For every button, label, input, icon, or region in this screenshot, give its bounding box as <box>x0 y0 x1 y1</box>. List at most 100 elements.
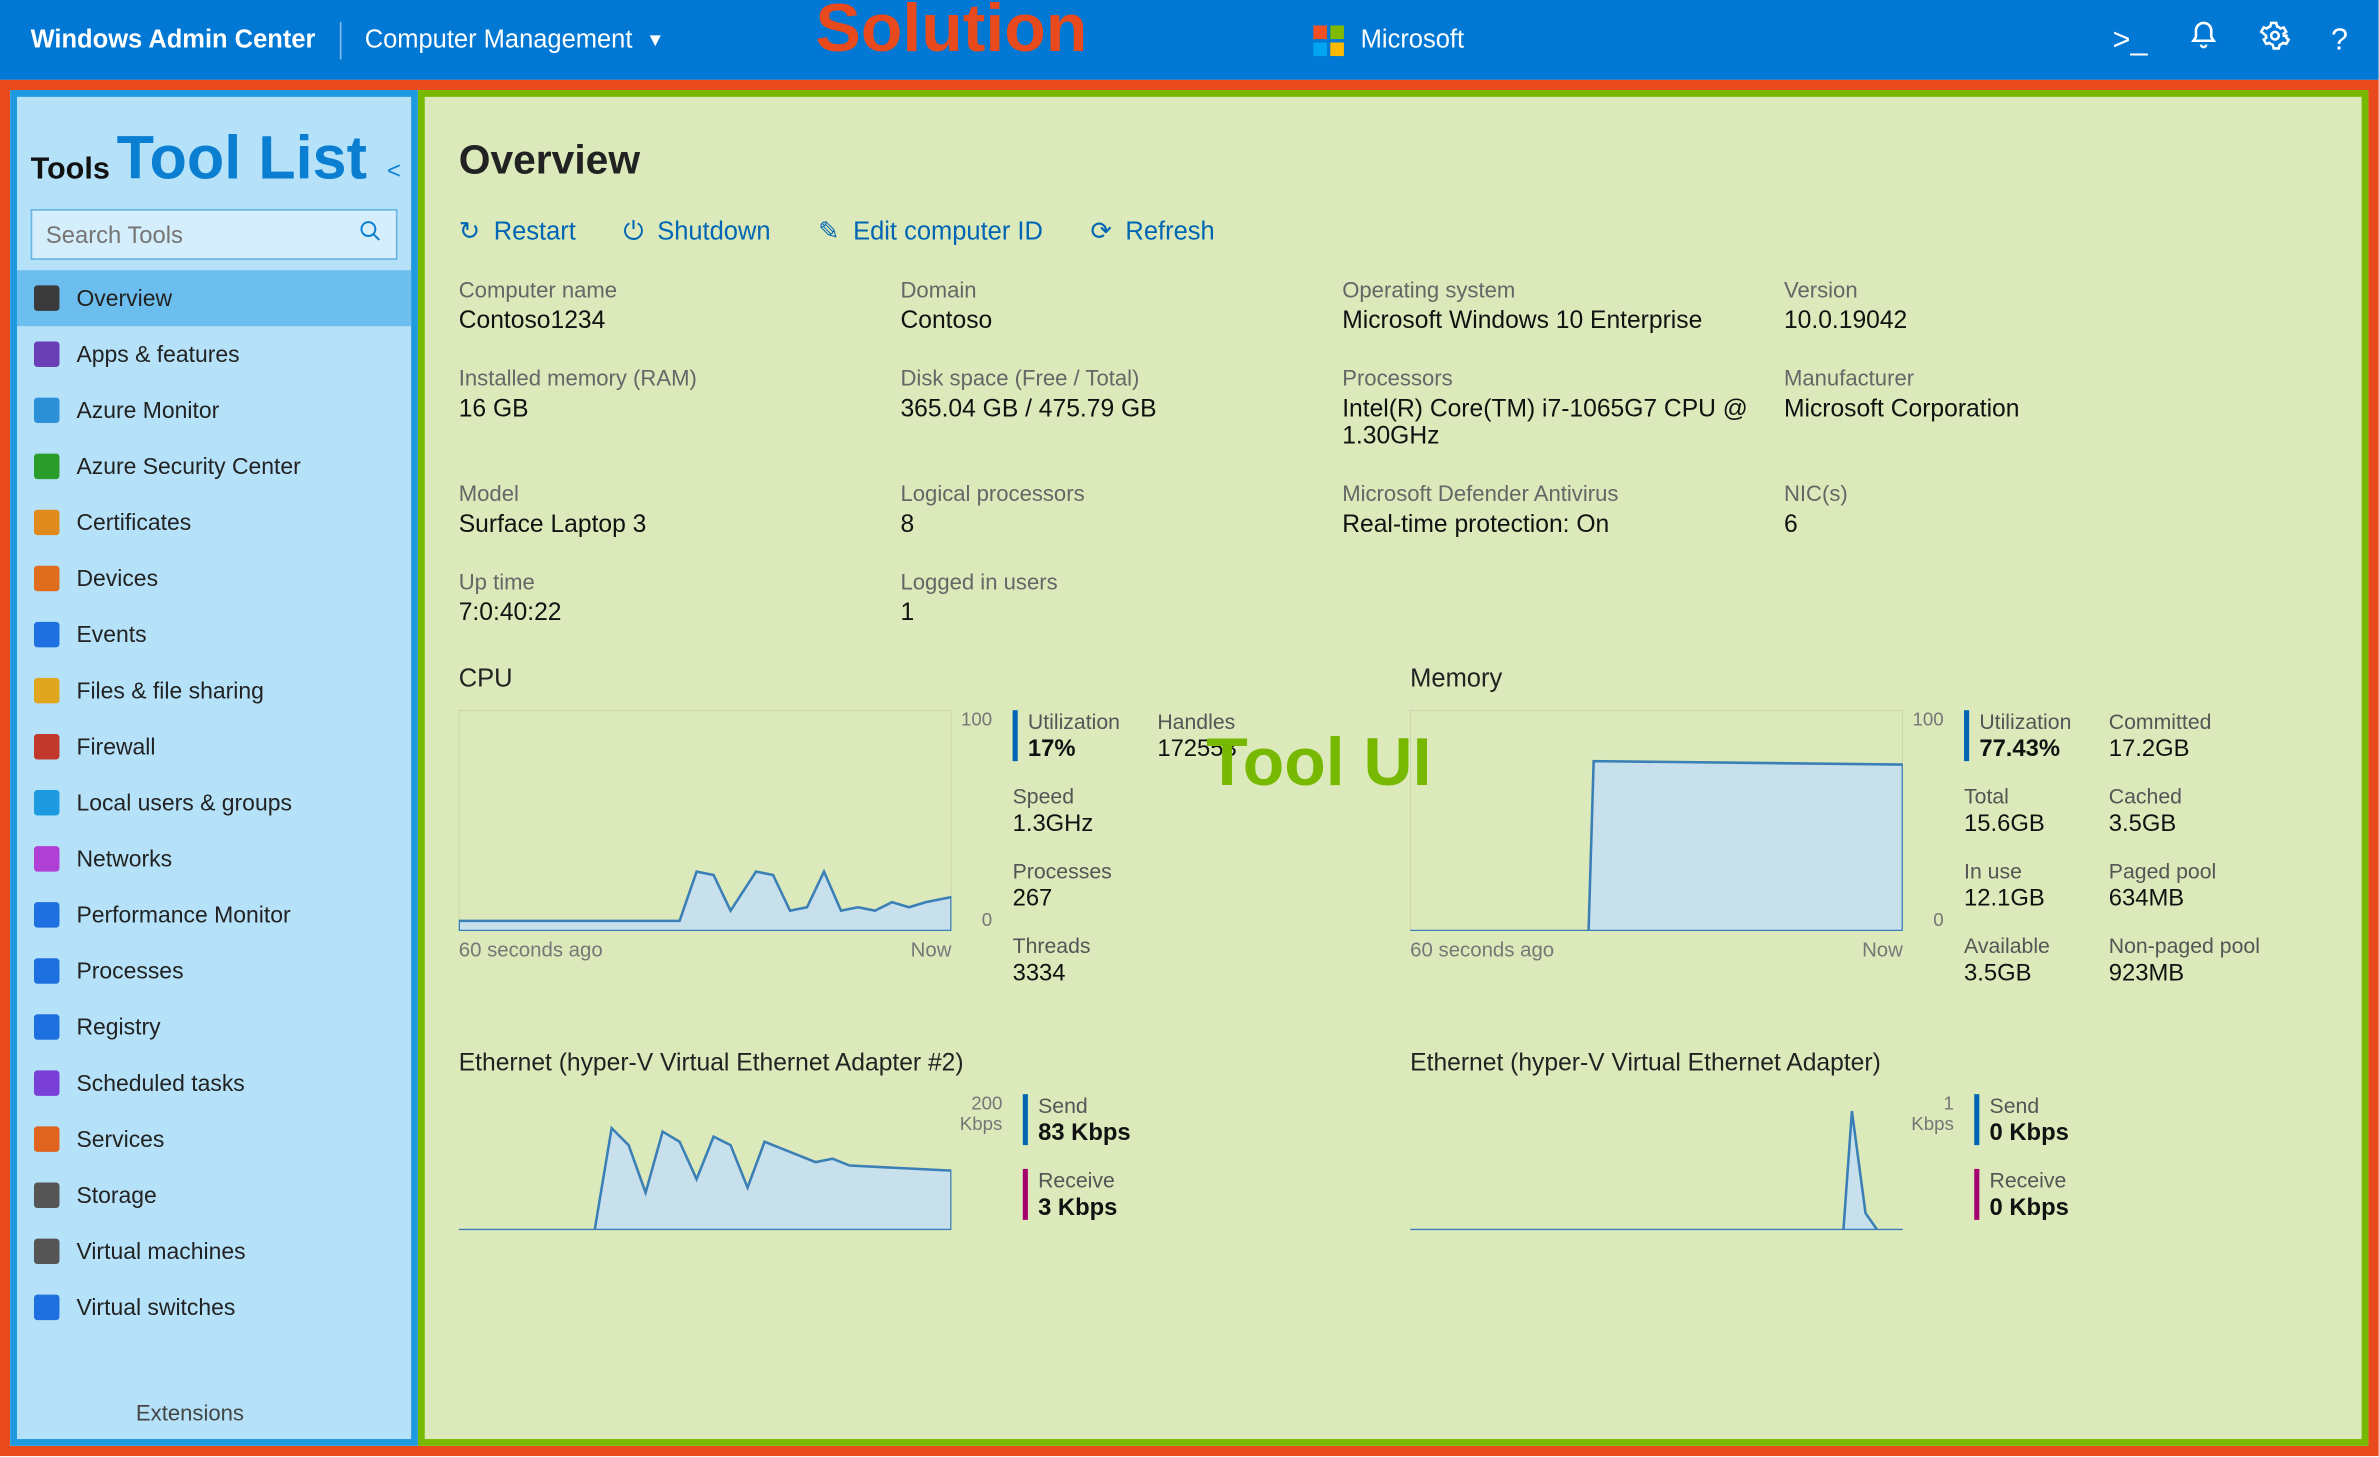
os-label: Operating system <box>1342 277 1767 302</box>
eth1-chart <box>459 1094 952 1230</box>
sidebar-item-performance-monitor[interactable]: Performance Monitor <box>17 887 411 943</box>
sidebar-item-label: Devices <box>76 566 158 591</box>
loggedin-value: 1 <box>900 600 1325 627</box>
sidebar-item-storage[interactable]: Storage <box>17 1167 411 1223</box>
mem-inuse-label: In use <box>1964 860 2071 884</box>
restart-button[interactable]: ↻ Restart <box>459 216 576 247</box>
sidebar-item-label: Processes <box>76 958 183 983</box>
memory-chart-block: Memory 60 seconds agoNow 1000 <box>1410 664 2327 1009</box>
sidebar-item-virtual-machines[interactable]: Virtual machines <box>17 1223 411 1279</box>
refresh-button[interactable]: ⟳ Refresh <box>1090 216 1214 247</box>
refresh-icon: ⟳ <box>1090 216 1111 247</box>
mem-ymax: 100 <box>1903 710 1944 730</box>
nics-label: NIC(s) <box>1784 481 2328 506</box>
computer-name-value: Contoso1234 <box>459 308 884 335</box>
sidebar-item-label: Storage <box>76 1183 156 1208</box>
sidebar-item-label: Overview <box>76 285 172 310</box>
sidebar-item-label: Virtual machines <box>76 1239 245 1264</box>
restart-label: Restart <box>494 217 576 246</box>
domain-label: Domain <box>900 277 1325 302</box>
sidebar-item-label: Azure Security Center <box>76 454 300 479</box>
mem-avail-value: 3.5GB <box>1964 958 2071 985</box>
tool-icon <box>34 454 59 479</box>
disk-value: 365.04 GB / 475.79 GB <box>900 396 1325 423</box>
model-label: Model <box>459 481 884 506</box>
sidebar-item-label: Scheduled tasks <box>76 1070 244 1095</box>
sidebar-item-label: Certificates <box>76 510 191 535</box>
sidebar-item-overview[interactable]: Overview <box>17 270 411 326</box>
sidebar-item-apps-features[interactable]: Apps & features <box>17 326 411 382</box>
version-value: 10.0.19042 <box>1784 308 2328 335</box>
cpu-ymin: 0 <box>951 911 992 931</box>
sidebar-item-files-file-sharing[interactable]: Files & file sharing <box>17 663 411 719</box>
mem-commit-label: Committed <box>2109 710 2260 734</box>
processors-value: Intel(R) Core(TM) i7-1065G7 CPU @ 1.30GH… <box>1342 396 1767 450</box>
tool-icon <box>34 790 59 815</box>
cpu-speed-label: Speed <box>1013 785 1120 809</box>
mem-paged-label: Paged pool <box>2109 860 2260 884</box>
tool-icon <box>34 1126 59 1151</box>
cpu-title: CPU <box>459 664 1376 693</box>
mem-paged-value: 634MB <box>2109 883 2260 910</box>
uptime-label: Up time <box>459 569 884 594</box>
annotation-tool-list-label: Tool List <box>117 127 367 188</box>
sidebar-item-azure-monitor[interactable]: Azure Monitor <box>17 382 411 438</box>
sidebar-item-registry[interactable]: Registry <box>17 999 411 1055</box>
uptime-value: 7:0:40:22 <box>459 600 884 627</box>
tool-icon <box>34 846 59 871</box>
logical-value: 8 <box>900 511 1325 538</box>
eth2-recv-value: 0 Kbps <box>1990 1193 2069 1220</box>
edit-computer-id-button[interactable]: ✎ Edit computer ID <box>818 216 1043 247</box>
os-value: Microsoft Windows 10 Enterprise <box>1342 308 1767 335</box>
mem-nonpaged-label: Non-paged pool <box>2109 934 2260 958</box>
content-area: Tools Tool List < OverviewApps & feature… <box>0 80 2379 1456</box>
help-icon[interactable]: ? <box>2331 22 2348 58</box>
microsoft-brand: Microsoft <box>1313 25 1464 56</box>
sidebar-item-networks[interactable]: Networks <box>17 831 411 887</box>
shutdown-button[interactable]: ⏻ Shutdown <box>623 216 770 247</box>
eth2-axis: 1 Kbps <box>1903 1094 1954 1135</box>
logical-label: Logical processors <box>900 481 1325 506</box>
eth1-send-label: Send <box>1038 1094 1131 1118</box>
mem-total-value: 15.6GB <box>1964 809 2071 836</box>
powershell-icon[interactable]: >_ <box>2113 22 2148 58</box>
memory-chart <box>1410 710 1903 931</box>
tool-icon <box>34 622 59 647</box>
cpu-threads-value: 3334 <box>1013 958 1120 985</box>
solution-dropdown[interactable]: Computer Management ▼ <box>365 25 665 54</box>
processors-label: Processors <box>1342 365 1767 390</box>
settings-icon[interactable] <box>2260 20 2291 59</box>
sidebar-item-label: Virtual switches <box>76 1295 235 1320</box>
sidebar-item-services[interactable]: Services <box>17 1111 411 1167</box>
cpu-chart <box>459 710 952 931</box>
loggedin-label: Logged in users <box>900 569 1325 594</box>
sidebar-item-processes[interactable]: Processes <box>17 943 411 999</box>
main-pane: Tool UI Overview ↻ Restart ⏻ Shutdown ✎ … <box>418 90 2368 1446</box>
mem-nonpaged-value: 923MB <box>2109 958 2260 985</box>
eth1-title: Ethernet (hyper-V Virtual Ethernet Adapt… <box>459 1050 1376 1077</box>
sidebar-item-azure-security-center[interactable]: Azure Security Center <box>17 438 411 494</box>
sidebar-item-firewall[interactable]: Firewall <box>17 719 411 775</box>
eth2-recv-label: Receive <box>1990 1169 2069 1193</box>
collapse-sidebar-icon[interactable]: < <box>387 156 401 183</box>
search-tools-box[interactable] <box>31 209 398 260</box>
sidebar-item-label: Registry <box>76 1014 160 1039</box>
cpu-time-end: Now <box>911 938 952 962</box>
cpu-time-start: 60 seconds ago <box>459 938 603 962</box>
sidebar-item-local-users-groups[interactable]: Local users & groups <box>17 775 411 831</box>
sidebar-item-certificates[interactable]: Certificates <box>17 494 411 550</box>
search-input[interactable] <box>46 221 359 248</box>
sidebar-item-devices[interactable]: Devices <box>17 550 411 606</box>
mem-util-label: Utilization <box>1979 710 2071 734</box>
sidebar-item-scheduled-tasks[interactable]: Scheduled tasks <box>17 1055 411 1111</box>
sidebar: Tools Tool List < OverviewApps & feature… <box>10 90 418 1446</box>
sidebar-item-virtual-switches[interactable]: Virtual switches <box>17 1279 411 1335</box>
model-value: Surface Laptop 3 <box>459 511 884 538</box>
tool-icon <box>34 1070 59 1095</box>
eth1-axis: 200 Kbps <box>951 1094 1002 1135</box>
sidebar-item-events[interactable]: Events <box>17 607 411 663</box>
mem-total-label: Total <box>1964 785 2071 809</box>
mem-commit-value: 17.2GB <box>2109 734 2260 761</box>
notifications-icon[interactable] <box>2188 20 2219 59</box>
extensions-label[interactable]: Extensions <box>17 1393 411 1439</box>
